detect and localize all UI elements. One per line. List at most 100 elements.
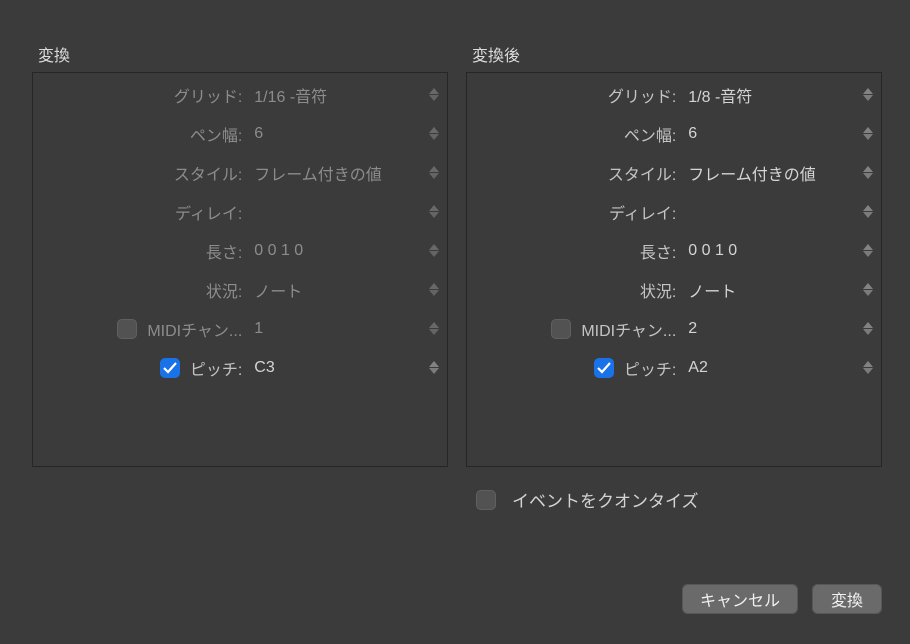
stepper-control[interactable] xyxy=(861,278,875,302)
param-value-cell[interactable]: 2 xyxy=(682,309,881,348)
param-label-cell: ピッチ: xyxy=(467,348,682,387)
param-label-cell: グリッド: xyxy=(33,75,248,114)
param-value-cell[interactable]: ノート xyxy=(682,270,881,309)
param-label: スタイル: xyxy=(608,161,676,185)
param-row: ペン幅: 6 xyxy=(467,114,881,153)
param-row: ピッチ: C3 xyxy=(33,348,447,387)
stepper-control[interactable] xyxy=(861,239,875,263)
param-row: MIDIチャン... 2 xyxy=(467,309,881,348)
param-value-cell[interactable]: フレーム付きの値 xyxy=(682,153,881,192)
param-row: 状況: ノート xyxy=(33,270,447,309)
dialog-buttons: キャンセル 変換 xyxy=(682,584,882,614)
stepper-control[interactable] xyxy=(861,356,875,380)
stepper-control[interactable] xyxy=(427,356,441,380)
stepper-control[interactable] xyxy=(861,317,875,341)
param-value: 0 0 1 0 xyxy=(254,242,303,260)
quantize-checkbox[interactable] xyxy=(476,490,496,510)
param-label: ペン幅: xyxy=(190,122,242,146)
param-label: ピッチ: xyxy=(190,356,242,380)
param-value-cell[interactable]: 6 xyxy=(248,114,447,153)
param-row: ディレイ: xyxy=(33,192,447,231)
param-label: ディレイ: xyxy=(609,200,676,224)
param-value: ノート xyxy=(254,278,302,302)
param-label-cell: MIDIチャン... xyxy=(467,309,682,348)
panel-from: 変換 グリッド:1/16 -音符ペン幅:6スタイル:フレーム付きの値ディレイ:長… xyxy=(32,42,448,467)
stepper-control[interactable] xyxy=(861,122,875,146)
param-label: MIDIチャン... xyxy=(581,317,676,341)
param-value-cell[interactable]: 0 0 1 0 xyxy=(682,231,881,270)
param-value-cell[interactable] xyxy=(248,192,447,231)
param-label: スタイル: xyxy=(174,161,242,185)
stepper-control[interactable] xyxy=(427,200,441,224)
param-row: MIDIチャン...1 xyxy=(33,309,447,348)
param-row: グリッド:1/16 -音符 xyxy=(33,75,447,114)
param-value: 6 xyxy=(688,125,697,143)
param-label: 長さ: xyxy=(206,239,242,263)
param-label: グリッド: xyxy=(174,83,242,107)
ok-button[interactable]: 変換 xyxy=(812,584,882,614)
param-row: スタイル: フレーム付きの値 xyxy=(33,153,447,192)
stepper-control[interactable] xyxy=(861,200,875,224)
param-value: フレーム付きの値 xyxy=(254,161,382,185)
param-label-cell: 長さ: xyxy=(467,231,682,270)
param-value-cell[interactable]: 1/8 -音符 xyxy=(682,75,881,114)
stepper-control[interactable] xyxy=(427,122,441,146)
panel-from-box: グリッド:1/16 -音符ペン幅:6スタイル:フレーム付きの値ディレイ:長さ:0… xyxy=(32,72,448,467)
param-value: 2 xyxy=(688,320,697,338)
param-value-cell[interactable] xyxy=(682,192,881,231)
param-value-cell[interactable]: 1/16 -音符 xyxy=(248,75,447,114)
quantize-label: イベントをクオンタイズ xyxy=(512,487,699,512)
param-label-cell: ペン幅: xyxy=(467,114,682,153)
param-value: 0 0 1 0 xyxy=(688,242,737,260)
param-label-cell: 状況: xyxy=(467,270,682,309)
param-label-cell: ペン幅: xyxy=(33,114,248,153)
stepper-control[interactable] xyxy=(427,239,441,263)
stepper-control[interactable] xyxy=(861,83,875,107)
stepper-control[interactable] xyxy=(861,161,875,185)
param-value: 6 xyxy=(254,125,263,143)
param-row: ディレイ: xyxy=(467,192,881,231)
param-value-cell[interactable]: 6 xyxy=(682,114,881,153)
param-row: ピッチ: A2 xyxy=(467,348,881,387)
panel-from-title: 変換 xyxy=(38,42,448,66)
param-label-cell: スタイル: xyxy=(467,153,682,192)
cancel-button[interactable]: キャンセル xyxy=(682,584,798,614)
stepper-control[interactable] xyxy=(427,161,441,185)
param-value: 1/8 -音符 xyxy=(688,83,752,107)
param-value: C3 xyxy=(254,359,274,377)
param-value-cell[interactable]: C3 xyxy=(248,348,447,387)
quantize-row: イベントをクオンタイズ xyxy=(476,487,910,512)
panel-to: 変換後 グリッド: 1/8 -音符ペン幅: 6 スタイル: フレーム付きの値ディレイ: 長… xyxy=(466,42,882,467)
param-value-cell[interactable]: A2 xyxy=(682,348,881,387)
param-label-cell: 状況: xyxy=(33,270,248,309)
param-label: MIDIチャン... xyxy=(147,317,242,341)
param-value: A2 xyxy=(688,359,708,377)
param-label: 状況: xyxy=(206,278,242,302)
param-label-cell: グリッド: xyxy=(467,75,682,114)
param-label-cell: ピッチ: xyxy=(33,348,248,387)
param-value-cell[interactable]: 1 xyxy=(248,309,447,348)
param-label: グリッド: xyxy=(608,83,676,107)
param-value-cell[interactable]: フレーム付きの値 xyxy=(248,153,447,192)
param-checkbox[interactable] xyxy=(594,358,614,378)
param-value-cell[interactable]: ノート xyxy=(248,270,447,309)
param-label-cell: 長さ: xyxy=(33,231,248,270)
param-checkbox[interactable] xyxy=(117,319,137,339)
param-checkbox[interactable] xyxy=(160,358,180,378)
stepper-control[interactable] xyxy=(427,278,441,302)
stepper-control[interactable] xyxy=(427,83,441,107)
param-label-cell: スタイル: xyxy=(33,153,248,192)
param-label: ペン幅: xyxy=(624,122,676,146)
param-value-cell[interactable]: 0 0 1 0 xyxy=(248,231,447,270)
stepper-control[interactable] xyxy=(427,317,441,341)
param-value: フレーム付きの値 xyxy=(688,161,816,185)
panel-to-title: 変換後 xyxy=(472,42,882,66)
param-row: ペン幅: 6 xyxy=(33,114,447,153)
panel-to-box: グリッド: 1/8 -音符ペン幅: 6 スタイル: フレーム付きの値ディレイ: 長さ: 0 … xyxy=(466,72,882,467)
param-row: グリッド: 1/8 -音符 xyxy=(467,75,881,114)
param-label: ピッチ: xyxy=(624,356,676,380)
param-label: 長さ: xyxy=(640,239,676,263)
param-row: スタイル: フレーム付きの値 xyxy=(467,153,881,192)
param-label-cell: MIDIチャン... xyxy=(33,309,248,348)
param-checkbox[interactable] xyxy=(551,319,571,339)
